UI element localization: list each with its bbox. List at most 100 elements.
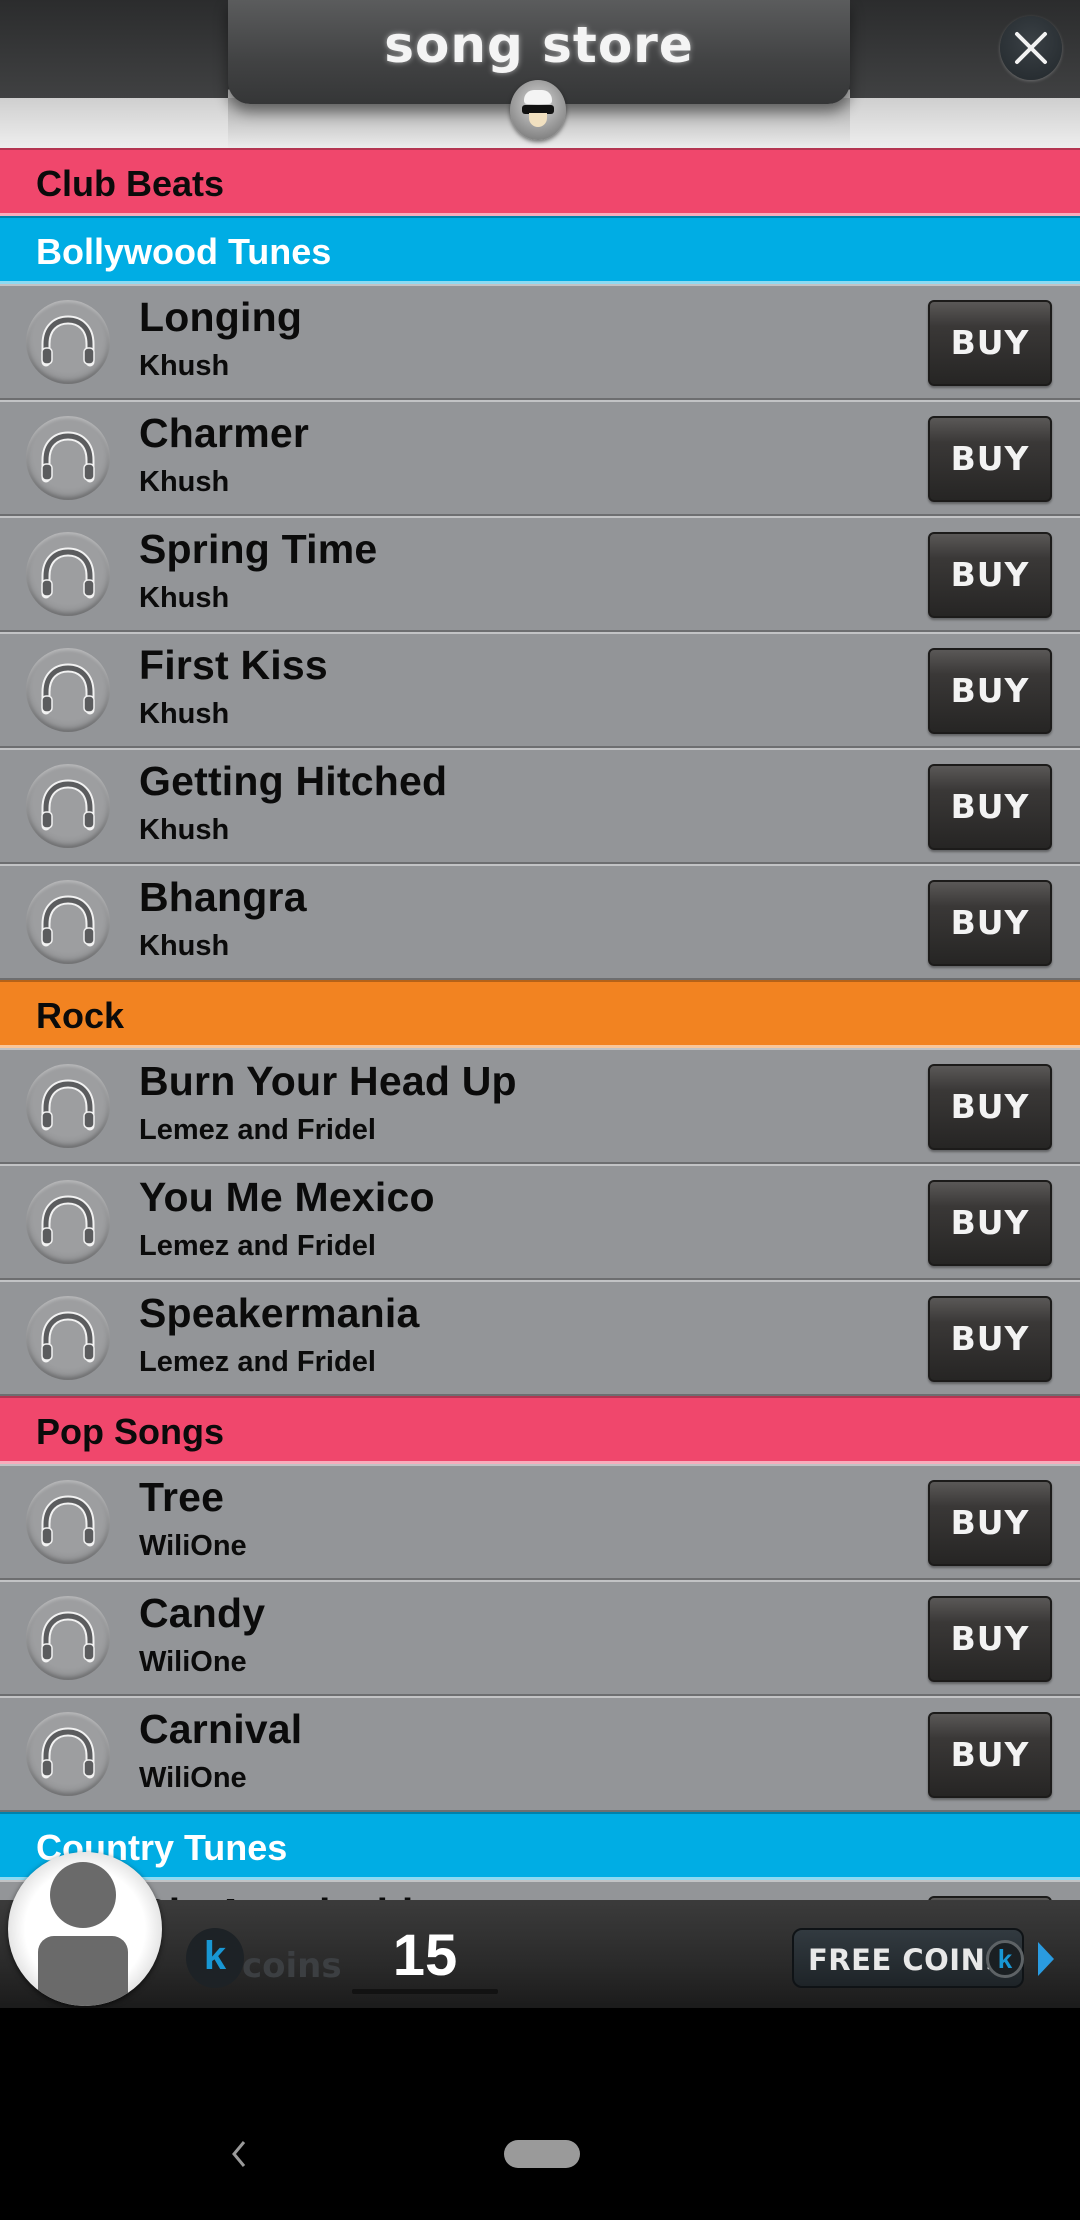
song-artist: WiliOne <box>139 1530 247 1562</box>
preview-button[interactable] <box>26 764 110 848</box>
song-row[interactable]: Candy WiliOne BUY <box>0 1580 1080 1696</box>
free-coins-button[interactable]: FREE COINS k <box>792 1928 1054 1988</box>
buy-button[interactable]: BUY <box>928 532 1052 618</box>
buy-button[interactable]: BUY <box>928 1180 1052 1266</box>
song-title: Spring Time <box>139 526 378 572</box>
system-navigation-bar <box>0 2008 1080 2220</box>
song-row[interactable]: Tree WiliOne BUY <box>0 1464 1080 1580</box>
preview-button[interactable] <box>26 1064 110 1148</box>
arrow-right-icon <box>1038 1942 1054 1976</box>
headphones-icon <box>41 431 95 483</box>
coins-label: coins <box>242 1946 342 1986</box>
song-title: First Kiss <box>139 642 328 688</box>
song-row[interactable]: First Kiss Khush BUY <box>0 632 1080 748</box>
song-artist: Khush <box>139 350 230 382</box>
song-title: You Me Mexico <box>139 1174 435 1220</box>
song-row[interactable]: Bhangra Khush BUY <box>0 864 1080 980</box>
song-artist: WiliOne <box>139 1646 247 1678</box>
coin-balance: 15 <box>392 1923 458 1988</box>
mascot-avatar-icon <box>510 80 566 140</box>
buy-button[interactable]: BUY <box>928 764 1052 850</box>
buy-button[interactable]: BUY <box>928 1712 1052 1798</box>
buy-button[interactable]: BUY <box>928 300 1052 386</box>
page-title: song store <box>384 16 694 74</box>
buy-button[interactable]: BUY <box>928 1596 1052 1682</box>
preview-button[interactable] <box>26 648 110 732</box>
close-icon <box>1015 32 1047 64</box>
song-title: Bhangra <box>139 874 307 920</box>
song-title: Carnival <box>139 1706 303 1752</box>
song-title: Tree <box>139 1474 225 1520</box>
headphones-icon <box>41 1195 95 1247</box>
song-title: Burn Your Head Up <box>139 1058 517 1104</box>
song-row[interactable]: Getting Hitched Khush BUY <box>0 748 1080 864</box>
headphones-icon <box>41 895 95 947</box>
close-button[interactable] <box>1000 16 1062 80</box>
free-coins-label: FREE COINS <box>808 1943 1007 1977</box>
buy-button[interactable]: BUY <box>928 1064 1052 1150</box>
song-store-screen: song store Club Beats Bollywood Tunes Lon… <box>0 0 1080 2008</box>
song-row[interactable]: Burn Your Head Up Lemez and Fridel BUY <box>0 1048 1080 1164</box>
kcoin-symbol: k <box>203 1934 227 1978</box>
song-row[interactable]: Speakermania Lemez and Fridel BUY <box>0 1280 1080 1396</box>
headphones-icon <box>41 663 95 715</box>
section-header[interactable]: Country Tunes <box>0 1812 1080 1880</box>
song-title: Getting Hitched <box>139 758 448 804</box>
song-list[interactable]: Club Beats Bollywood Tunes Longing Khush BU… <box>0 148 1080 1996</box>
song-title: Charmer <box>139 410 310 456</box>
preview-button[interactable] <box>26 300 110 384</box>
section-header[interactable]: Pop Songs <box>0 1396 1080 1464</box>
buy-button[interactable]: BUY <box>928 1296 1052 1382</box>
section-title: Rock <box>36 995 125 1036</box>
buy-button[interactable]: BUY <box>928 416 1052 502</box>
headphones-icon <box>41 1727 95 1779</box>
section-title: Bollywood Tunes <box>36 231 332 272</box>
song-title: Candy <box>139 1590 266 1636</box>
avatar-body <box>38 1936 128 2006</box>
preview-button[interactable] <box>26 1596 110 1680</box>
preview-button[interactable] <box>26 1712 110 1796</box>
song-artist: Lemez and Fridel <box>139 1114 376 1146</box>
section-header[interactable]: Club Beats <box>0 148 1080 216</box>
headphones-icon <box>41 1495 95 1547</box>
headphones-icon <box>41 1611 95 1663</box>
kcoin-icon: k <box>986 1940 1024 1978</box>
header: song store <box>0 0 1080 148</box>
song-artist: Lemez and Fridel <box>139 1230 376 1262</box>
headphones-icon <box>41 779 95 831</box>
coin-balance-underline <box>352 1989 498 1994</box>
song-row[interactable]: Longing Khush BUY <box>0 284 1080 400</box>
buy-button[interactable]: BUY <box>928 880 1052 966</box>
section-header[interactable]: Rock <box>0 980 1080 1048</box>
preview-button[interactable] <box>26 532 110 616</box>
headphones-icon <box>41 1079 95 1131</box>
home-pill[interactable] <box>504 2140 580 2168</box>
buy-button[interactable]: BUY <box>928 1480 1052 1566</box>
mascot-face <box>529 113 547 127</box>
song-artist: Khush <box>139 698 230 730</box>
headphones-icon <box>41 1311 95 1363</box>
preview-button[interactable] <box>26 1296 110 1380</box>
kcoin-icon: k <box>186 1928 244 1988</box>
song-artist: Khush <box>139 582 230 614</box>
song-row[interactable]: You Me Mexico Lemez and Fridel BUY <box>0 1164 1080 1280</box>
preview-button[interactable] <box>26 880 110 964</box>
profile-avatar[interactable] <box>8 1852 162 2006</box>
section-header[interactable]: Bollywood Tunes <box>0 216 1080 284</box>
section-title: Club Beats <box>36 163 225 204</box>
header-left-panel <box>0 0 228 98</box>
song-row[interactable]: Charmer Khush BUY <box>0 400 1080 516</box>
preview-button[interactable] <box>26 1480 110 1564</box>
song-row[interactable]: Carnival WiliOne BUY <box>0 1696 1080 1812</box>
song-artist: Khush <box>139 930 230 962</box>
buy-button[interactable]: BUY <box>928 648 1052 734</box>
back-icon[interactable] <box>224 2138 254 2170</box>
song-row[interactable]: Spring Time Khush BUY <box>0 516 1080 632</box>
song-artist: Khush <box>139 814 230 846</box>
headphones-icon <box>41 315 95 367</box>
section-title: Pop Songs <box>36 1411 224 1452</box>
preview-button[interactable] <box>26 416 110 500</box>
preview-button[interactable] <box>26 1180 110 1264</box>
headphones-icon <box>41 547 95 599</box>
mascot-hat <box>524 90 552 104</box>
